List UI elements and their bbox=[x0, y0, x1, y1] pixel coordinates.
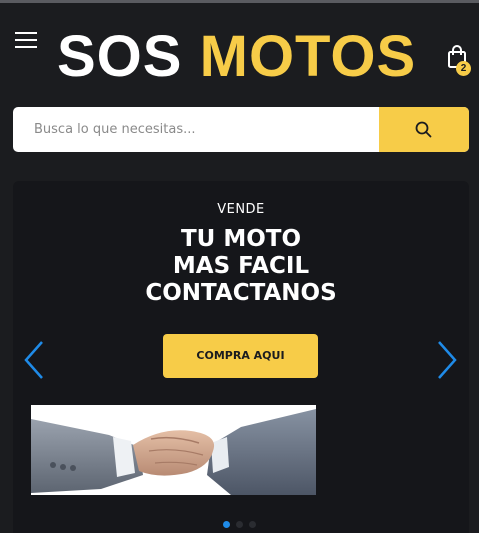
slider-pagination bbox=[223, 521, 263, 529]
slider-dot[interactable] bbox=[249, 521, 256, 528]
cart-count-badge: 2 bbox=[456, 61, 471, 76]
slider-dot[interactable] bbox=[223, 521, 230, 528]
hamburger-icon-bar bbox=[15, 39, 37, 41]
slider-prev-button[interactable] bbox=[22, 338, 46, 382]
slider-next-button[interactable] bbox=[435, 338, 459, 382]
hero-headline-line: TU MOTO bbox=[180, 226, 302, 252]
site-logo[interactable]: SOS MOTOS bbox=[57, 23, 416, 91]
chevron-left-icon bbox=[24, 341, 43, 379]
hero-kicker: VENDE bbox=[217, 202, 265, 217]
hero-headline-line: CONTACTANOS bbox=[145, 280, 337, 306]
search-input[interactable] bbox=[13, 107, 379, 152]
search-icon bbox=[415, 121, 432, 138]
handshake-image bbox=[31, 405, 316, 495]
hamburger-menu-button[interactable] bbox=[12, 28, 40, 52]
slider-dot[interactable] bbox=[236, 521, 243, 528]
site-header: SOS MOTOS 2 bbox=[0, 3, 479, 171]
chevron-right-icon bbox=[438, 341, 457, 379]
buy-here-button[interactable]: COMPRA AQUI bbox=[163, 334, 318, 378]
hero-slider: VENDE TU MOTO MAS FACIL CONTACTANOS COMP… bbox=[13, 181, 469, 533]
hero-headline-line: MAS FACIL bbox=[172, 253, 310, 279]
search-button[interactable] bbox=[379, 107, 469, 152]
logo-word-motos: MOTOS bbox=[199, 24, 417, 89]
search-bar bbox=[13, 107, 469, 152]
hamburger-icon bbox=[15, 32, 37, 34]
hero-headline: TU MOTO MAS FACIL CONTACTANOS bbox=[13, 226, 469, 307]
logo-word-sos: SOS bbox=[57, 24, 183, 89]
hamburger-icon-bar bbox=[15, 46, 37, 48]
